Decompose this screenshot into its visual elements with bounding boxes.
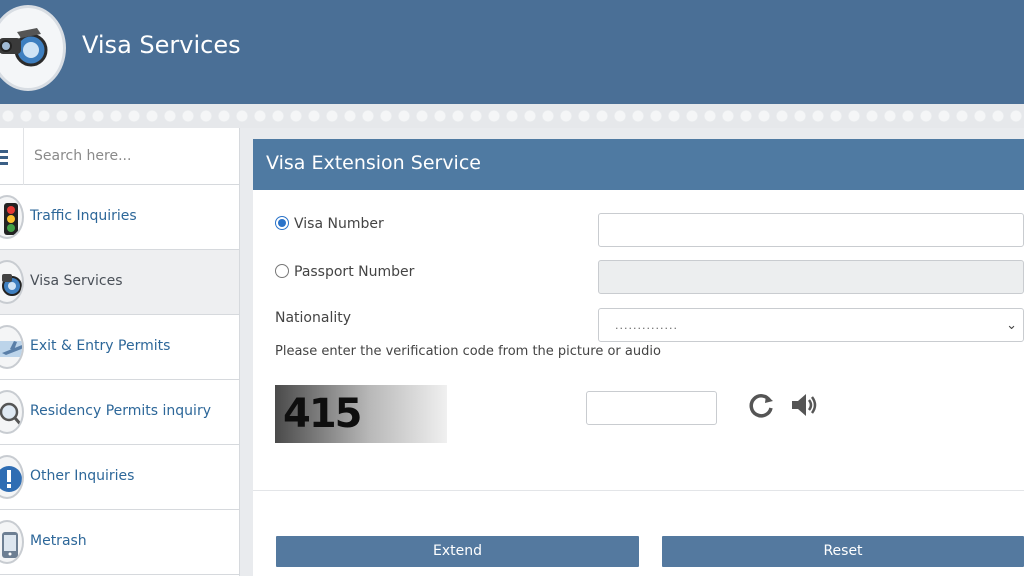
visa-number-label: Visa Number xyxy=(294,216,384,232)
traffic-light-icon xyxy=(0,195,24,239)
sidebar-item-visa-services[interactable]: Visa Services xyxy=(0,250,239,315)
captcha-image: 415 xyxy=(275,385,447,443)
sidebar-search xyxy=(0,128,239,185)
passport-number-radio[interactable] xyxy=(275,264,289,278)
sidebar-item-traffic-inquiries[interactable]: Traffic Inquiries xyxy=(0,185,239,250)
search-divider xyxy=(23,128,24,185)
hamburger-menu-icon[interactable] xyxy=(0,150,8,165)
visa-number-input[interactable] xyxy=(599,214,1023,246)
sidebar-item-label: Exit & Entry Permits xyxy=(30,338,171,354)
sidebar-item-residency-permits[interactable]: Residency Permits inquiry xyxy=(0,380,239,445)
panel-header: Visa Extension Service xyxy=(253,139,1024,190)
sidebar-item-metrash[interactable]: Metrash xyxy=(0,510,239,575)
sidebar: Traffic Inquiries Visa Services Exit & E… xyxy=(0,128,240,576)
decorative-band xyxy=(0,104,1024,128)
reset-button[interactable]: Reset xyxy=(662,536,1024,567)
verification-prompt: Please enter the verification code from … xyxy=(275,344,661,359)
nationality-select[interactable]: .............. ⌄ xyxy=(598,308,1024,342)
captcha-text: 415 xyxy=(283,391,362,437)
visa-number-option[interactable]: Visa Number xyxy=(275,216,384,232)
nationality-selected-value: .............. xyxy=(615,319,678,332)
chevron-down-icon: ⌄ xyxy=(1006,318,1017,333)
nationality-label: Nationality xyxy=(275,310,352,326)
visa-number-radio[interactable] xyxy=(275,216,289,230)
verification-code-input[interactable] xyxy=(587,392,716,424)
sidebar-item-label: Other Inquiries xyxy=(30,468,135,484)
verification-code-field[interactable] xyxy=(586,391,717,425)
sidebar-item-other-inquiries[interactable]: Other Inquiries xyxy=(0,445,239,510)
app-header: Visa Services xyxy=(0,0,1024,104)
passport-number-input xyxy=(599,261,1023,293)
audio-speaker-icon[interactable] xyxy=(789,391,819,419)
refresh-icon[interactable] xyxy=(746,390,776,420)
visa-globe-icon xyxy=(0,260,24,304)
visa-number-field[interactable] xyxy=(598,213,1024,247)
sidebar-item-label: Visa Services xyxy=(30,273,123,289)
passport-number-label: Passport Number xyxy=(294,264,415,280)
search-input[interactable] xyxy=(34,142,230,170)
sidebar-item-label: Metrash xyxy=(30,533,87,549)
form-divider xyxy=(253,490,1024,491)
sidebar-item-label: Residency Permits inquiry xyxy=(30,403,211,419)
sidebar-item-exit-entry-permits[interactable]: Exit & Entry Permits xyxy=(0,315,239,380)
magnifier-icon xyxy=(0,390,24,434)
passport-number-field xyxy=(598,260,1024,294)
extend-button[interactable]: Extend xyxy=(276,536,639,567)
panel-title: Visa Extension Service xyxy=(266,152,481,174)
visa-globe-logo[interactable] xyxy=(0,5,66,91)
exclamation-icon xyxy=(0,455,24,499)
app-title: Visa Services xyxy=(82,31,241,59)
passport-number-option[interactable]: Passport Number xyxy=(275,264,414,280)
metrash-icon xyxy=(0,520,24,564)
visa-extension-panel: Visa Extension Service Visa Number Passp… xyxy=(253,139,1024,576)
sidebar-item-label: Traffic Inquiries xyxy=(30,208,137,224)
airplane-icon xyxy=(0,325,24,369)
